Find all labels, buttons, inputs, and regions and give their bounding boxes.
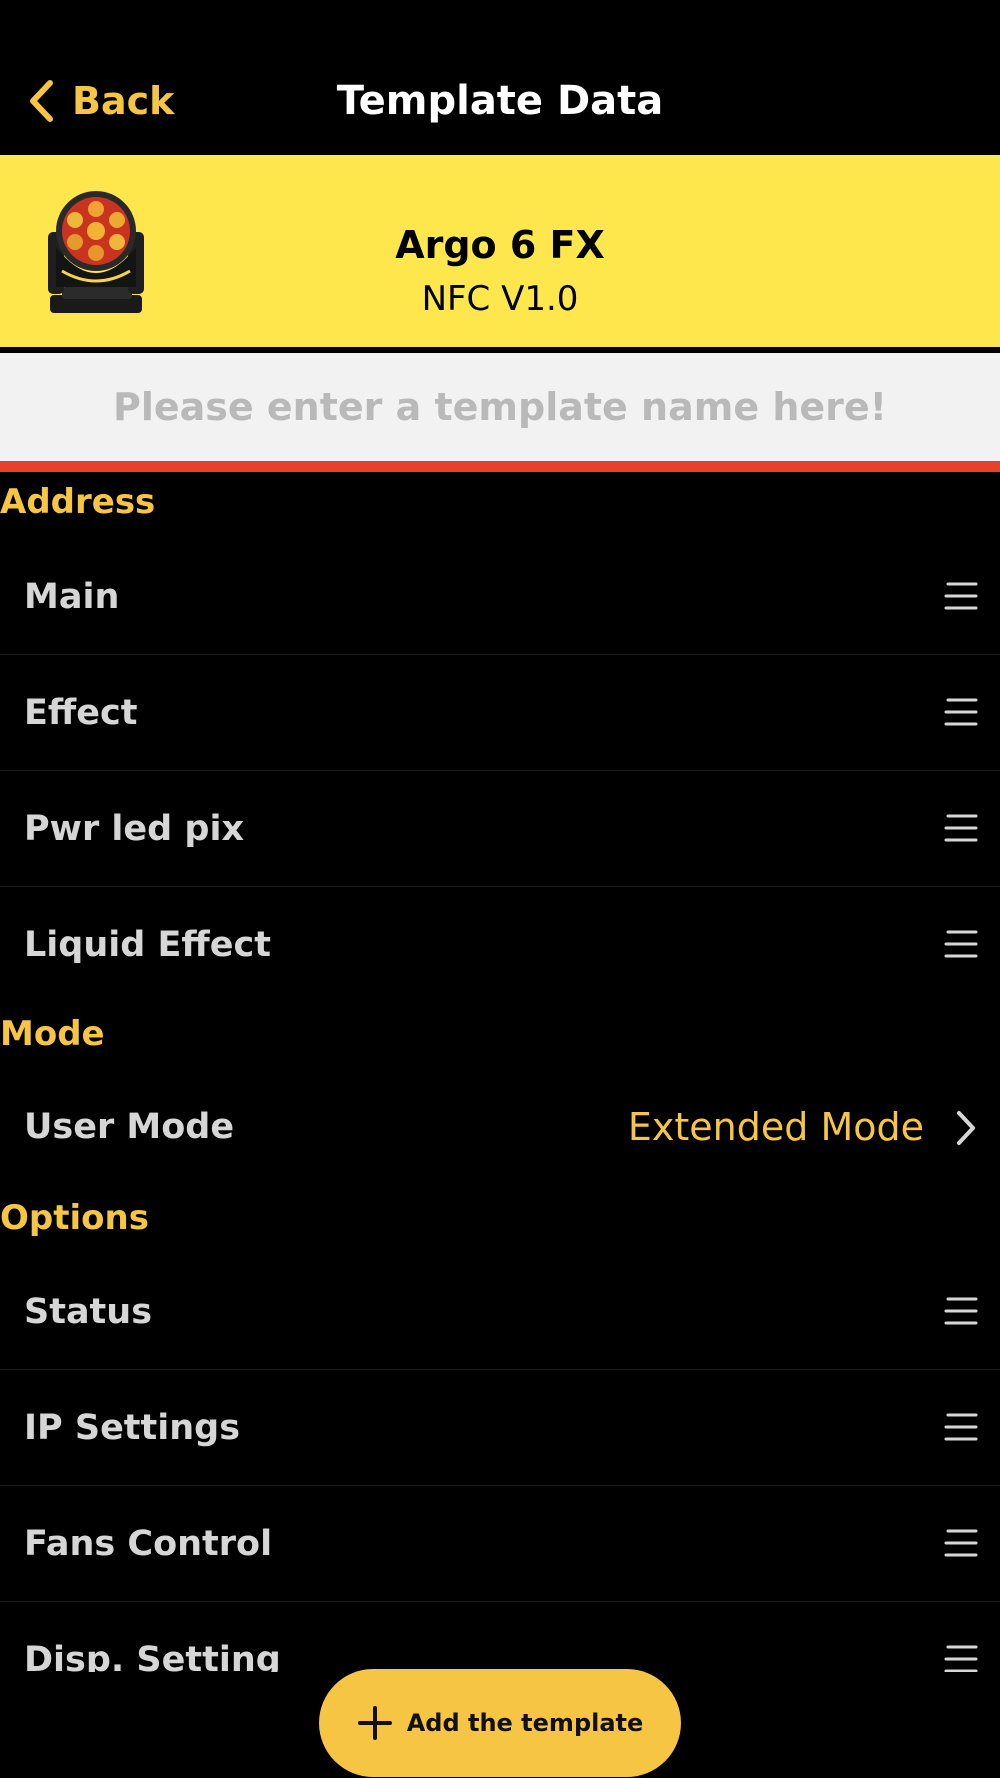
content-area: Back Template Data Argo 6 FX NFC V1.0 Ad… [0,0,1000,1672]
list-item-label: Pwr led pix [24,809,245,849]
chevron-right-icon [957,1111,975,1145]
list-item-label: Fans Control [24,1524,273,1564]
menu-icon [944,1529,978,1557]
list-item-status[interactable]: Status [0,1255,1000,1370]
list-item-label: Status [24,1292,153,1332]
list-item-pwr-led-pix[interactable]: Pwr led pix [0,772,1000,887]
device-name: Argo 6 FX [395,223,605,267]
list-item-ip-settings[interactable]: IP Settings [0,1371,1000,1486]
user-mode-value: Extended Mode [627,1105,924,1149]
navigation-bar: Back Template Data [0,0,1000,155]
menu-icon [944,930,978,958]
list-item-liquid-effect[interactable]: Liquid Effect [0,888,1000,1003]
list-item-user-mode[interactable]: User Mode Extended Mode [0,1070,1000,1185]
list-item-label: User Mode [24,1107,235,1147]
section-title-mode: Mode [0,1014,105,1054]
add-template-label: Add the template [406,1709,644,1737]
section-title-address: Address [0,482,156,522]
menu-icon [944,1297,978,1325]
menu-icon [944,814,978,842]
menu-icon [944,1645,978,1672]
section-title-options: Options [0,1198,149,1238]
template-name-input[interactable] [0,353,1000,472]
list-item-effect[interactable]: Effect [0,656,1000,771]
menu-icon [944,1413,978,1441]
list-item-label: Liquid Effect [24,925,271,965]
menu-icon [944,698,978,726]
device-banner: Argo 6 FX NFC V1.0 [0,155,1000,352]
menu-icon [944,582,978,610]
add-template-button[interactable]: Add the template [319,1669,681,1777]
list-item-label: Disp. Setting [24,1640,281,1672]
plus-icon [357,1706,392,1740]
device-version: NFC V1.0 [421,279,579,319]
list-item-fans-control[interactable]: Fans Control [0,1487,1000,1602]
list-item-main[interactable]: Main [0,540,1000,655]
page-title: Template Data [336,78,664,124]
list-item-label: Effect [24,693,138,733]
list-item-label: IP Settings [24,1408,241,1448]
list-item-label: Main [24,577,120,617]
list-item-disp-setting[interactable]: Disp. Setting [0,1603,1000,1672]
